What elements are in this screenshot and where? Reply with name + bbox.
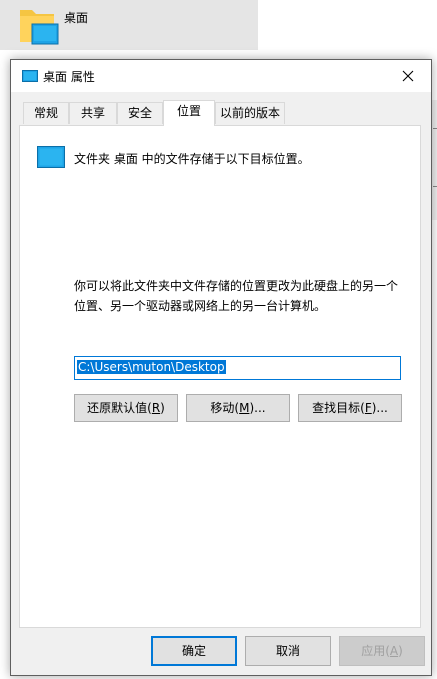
desktop-icon xyxy=(22,70,38,82)
access-key: R xyxy=(151,401,161,415)
background-edge-mark xyxy=(433,128,437,129)
apply-button[interactable]: 应用(A) xyxy=(339,636,425,666)
tab-location[interactable]: 位置 xyxy=(163,100,215,126)
folder-label: 桌面 xyxy=(64,11,89,25)
button-label: )... xyxy=(249,401,266,415)
button-label: 应用( xyxy=(361,644,390,658)
properties-dialog: 桌面 属性 常规 共享 安全 位置 以前的版本 文件夹 桌面 中的文件存储于以下… xyxy=(10,59,432,676)
path-value: C:\Users\muton\Desktop xyxy=(77,360,226,374)
desktop-folder-item[interactable]: 桌面 xyxy=(0,0,258,50)
dialog-title: 桌面 属性 xyxy=(43,70,95,84)
tab-sharing[interactable]: 共享 xyxy=(69,102,117,124)
tab-previous-versions[interactable]: 以前的版本 xyxy=(215,102,285,124)
background-edge-mark xyxy=(433,186,437,187)
find-target-button[interactable]: 查找目标(F)... xyxy=(298,394,402,422)
tab-security[interactable]: 安全 xyxy=(117,102,163,124)
ok-button[interactable]: 确定 xyxy=(151,636,237,666)
location-description: 文件夹 桌面 中的文件存储于以下目标位置。 xyxy=(74,152,310,166)
close-icon xyxy=(402,70,414,82)
cancel-button[interactable]: 取消 xyxy=(245,636,331,666)
info-line: 位置、另一个驱动器或网络上的另一台计算机。 xyxy=(74,299,327,313)
location-info-text: 你可以将此文件夹中文件存储的位置更改为此硬盘上的另一个 位置、另一个驱动器或网络… xyxy=(74,276,414,316)
access-key: A xyxy=(389,644,399,658)
access-key: M xyxy=(239,401,250,415)
title-bar[interactable]: 桌面 属性 xyxy=(11,60,431,92)
button-label: 查找目标( xyxy=(312,401,365,415)
desktop-icon xyxy=(37,146,65,168)
button-label: ) xyxy=(160,401,165,415)
button-label: ) xyxy=(398,644,403,658)
button-label: 移动( xyxy=(210,401,240,415)
button-label: )... xyxy=(371,401,388,415)
move-button[interactable]: 移动(M)... xyxy=(186,394,290,422)
button-label: 还原默认值( xyxy=(87,401,152,415)
info-line: 你可以将此文件夹中文件存储的位置更改为此硬盘上的另一个 xyxy=(74,279,399,293)
restore-default-button[interactable]: 还原默认值(R) xyxy=(74,394,178,422)
desktop-folder-icon xyxy=(20,10,59,45)
access-key: F xyxy=(364,401,372,415)
close-button[interactable] xyxy=(385,60,431,92)
tab-general[interactable]: 常规 xyxy=(23,102,69,124)
location-path-input[interactable]: C:\Users\muton\Desktop xyxy=(74,356,401,380)
location-panel: 文件夹 桌面 中的文件存储于以下目标位置。 你可以将此文件夹中文件存储的位置更改… xyxy=(19,125,421,628)
